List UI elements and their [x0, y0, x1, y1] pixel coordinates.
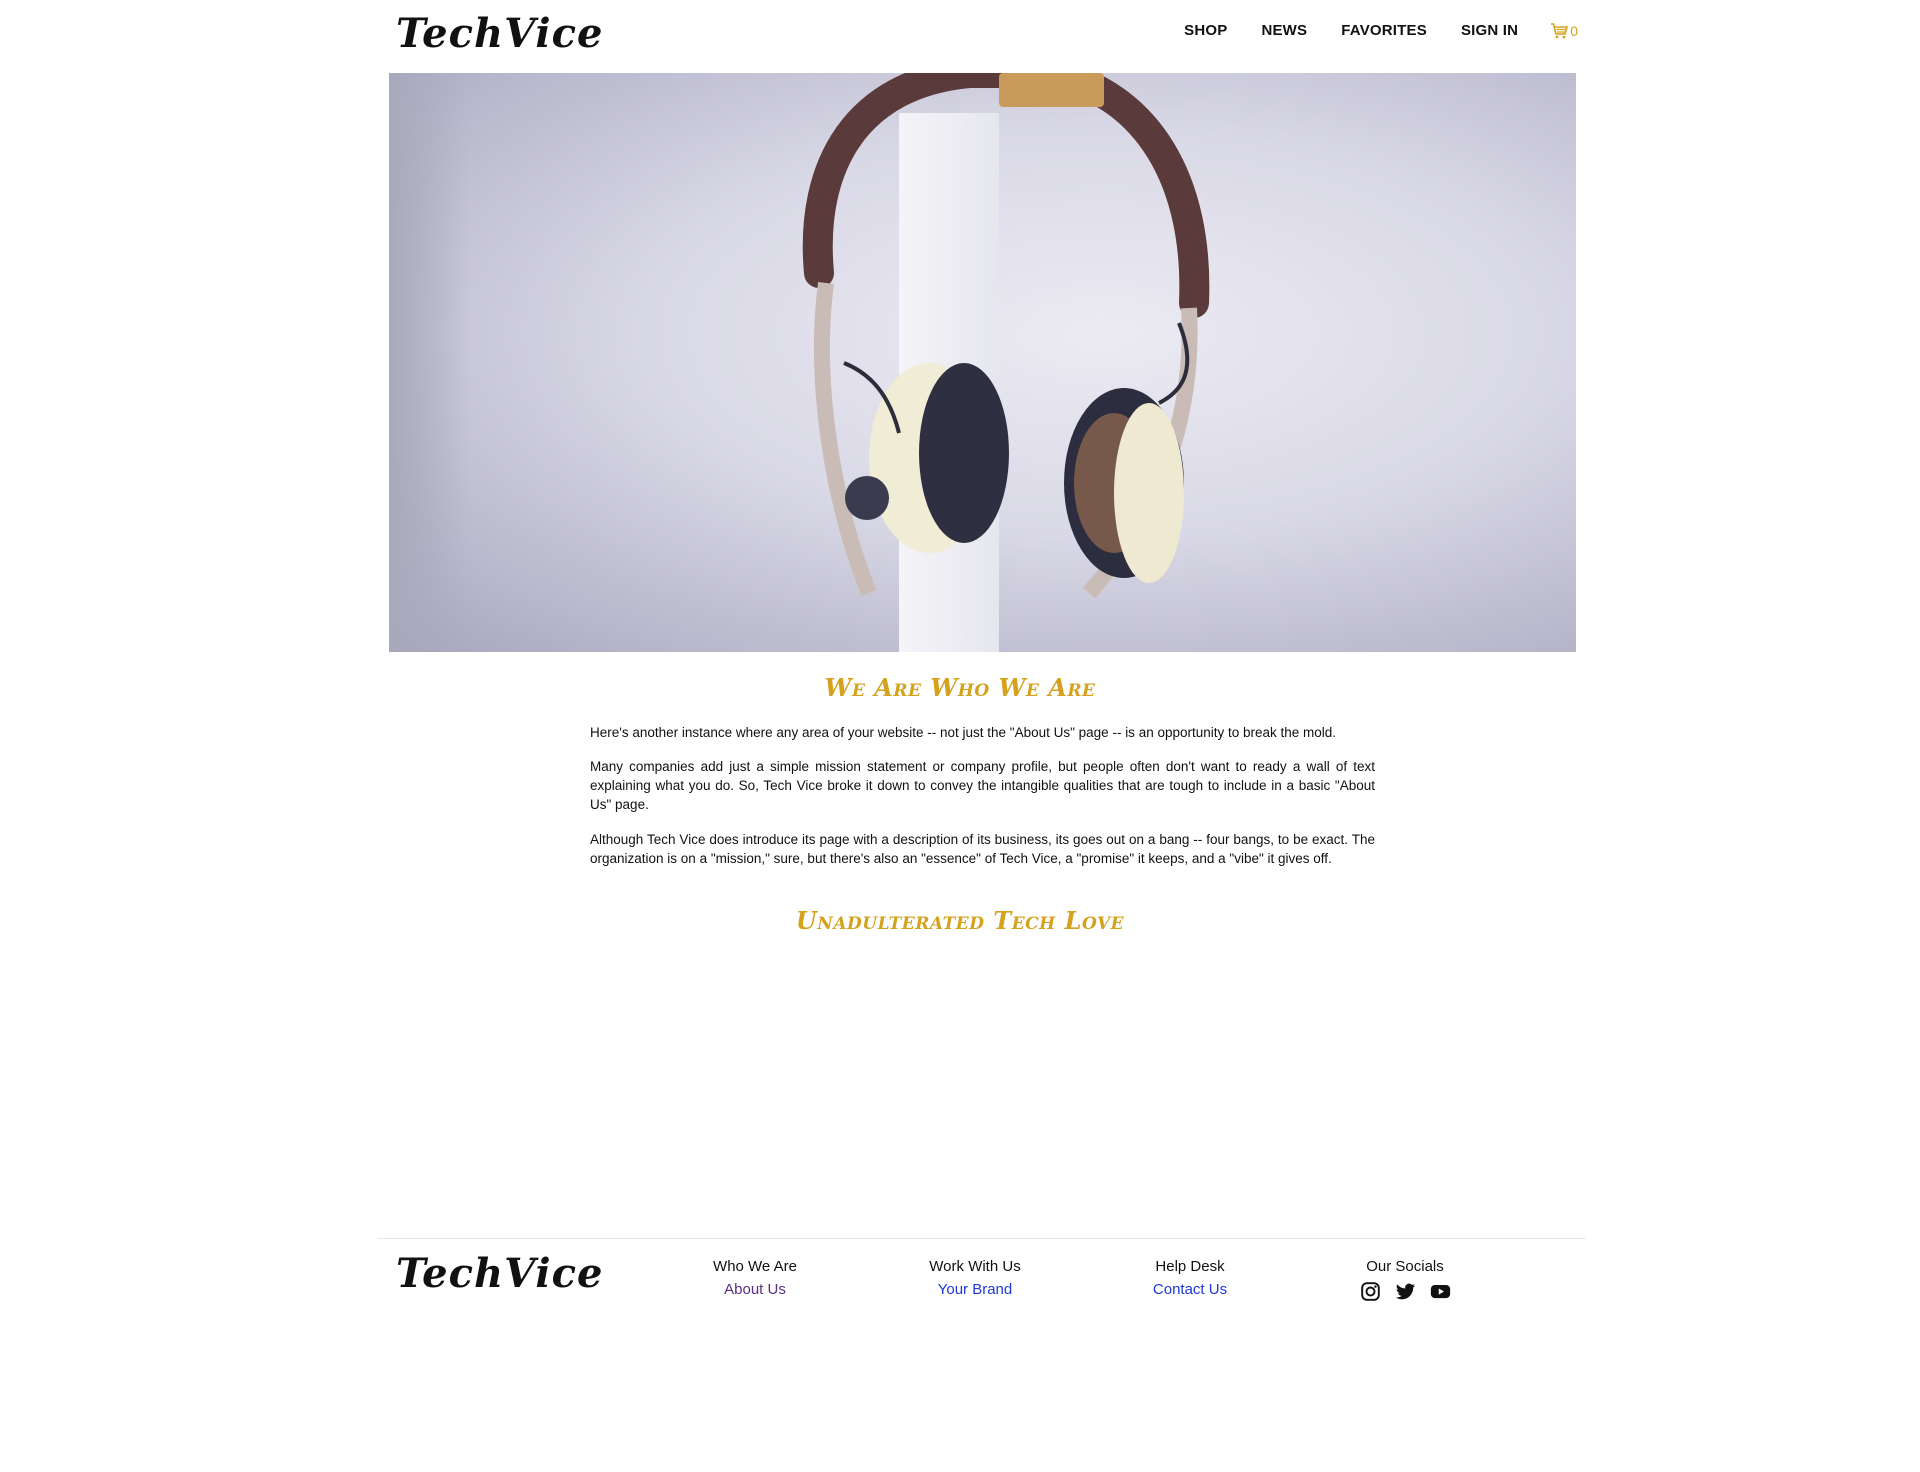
cart-button[interactable]: 0 [1550, 23, 1578, 39]
footer-column-help-desk: Help Desk Contact Us [1130, 1258, 1250, 1298]
footer-heading: Help Desk [1155, 1258, 1225, 1275]
headphones-illustration [802, 73, 1210, 599]
footer-logo[interactable]: TechVice [396, 1254, 603, 1294]
hero-image [389, 73, 1576, 652]
footer-divider [378, 1238, 1586, 1239]
social-links [1345, 1281, 1465, 1302]
brand-logo[interactable]: TechVice [396, 14, 603, 54]
footer-column-socials: Our Socials [1345, 1258, 1465, 1302]
about-paragraph: Here's another instance where any area o… [590, 725, 1337, 740]
nav-favorites[interactable]: FAVORITES [1341, 22, 1427, 39]
shopping-cart-icon [1551, 22, 1569, 38]
about-title: We Are Who We Are [824, 673, 1096, 702]
about-us-link[interactable]: About Us [695, 1281, 815, 1298]
about-paragraph: Although Tech Vice does introduce its pa… [590, 832, 1375, 866]
footer-heading: Our Socials [1366, 1258, 1444, 1275]
cart-count: 0 [1570, 22, 1578, 39]
contact-us-link[interactable]: Contact Us [1130, 1281, 1250, 1298]
nav-news[interactable]: NEWS [1261, 22, 1307, 39]
footer-heading: Who We Are [713, 1258, 797, 1275]
about-paragraph: Many companies add just a simple mission… [590, 759, 1375, 812]
youtube-icon[interactable] [1430, 1281, 1451, 1302]
footer-column-work-with-us: Work With Us Your Brand [910, 1258, 1040, 1298]
twitter-icon[interactable] [1395, 1281, 1416, 1302]
section-subtitle: Unadulterated Tech Love [795, 906, 1125, 935]
nav-shop[interactable]: SHOP [1184, 22, 1227, 39]
site-header: TechVice SHOP NEWS FAVORITES SIGN IN 0 [388, 0, 1578, 73]
footer-heading: Work With Us [929, 1258, 1021, 1275]
nav-sign-in[interactable]: SIGN IN [1461, 22, 1518, 39]
footer-column-who-we-are: Who We Are About Us [695, 1258, 815, 1298]
instagram-icon[interactable] [1360, 1281, 1381, 1302]
main-nav: SHOP NEWS FAVORITES SIGN IN 0 [1150, 22, 1578, 39]
your-brand-link[interactable]: Your Brand [910, 1281, 1040, 1298]
